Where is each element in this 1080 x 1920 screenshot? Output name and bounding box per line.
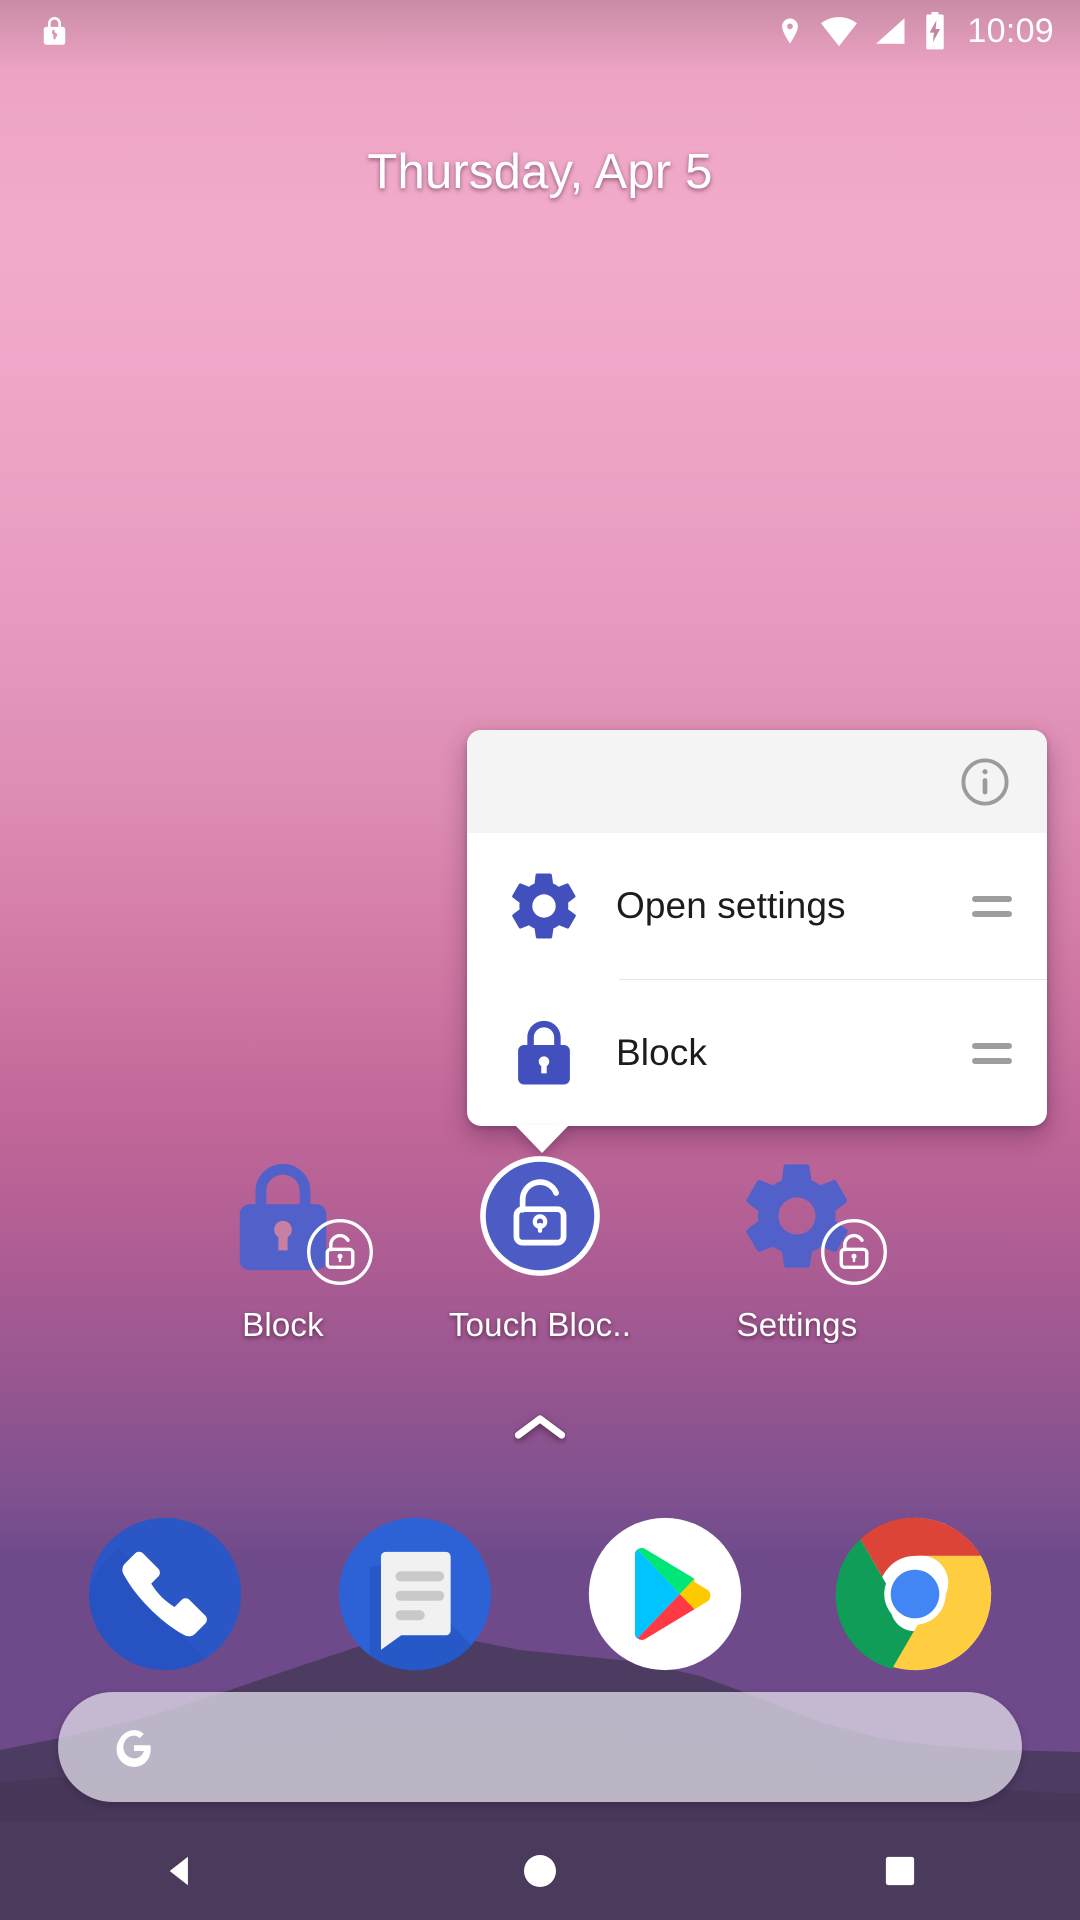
lock-icon xyxy=(43,16,66,45)
drag-handle-icon[interactable] xyxy=(969,1042,1015,1064)
play-store-icon xyxy=(588,1517,742,1671)
shortcut-block[interactable]: Block xyxy=(168,1148,398,1344)
shortcut-popup-menu: Open settings Block xyxy=(467,730,1047,1153)
dock-app-messages[interactable] xyxy=(334,1513,496,1675)
google-g-icon xyxy=(116,1730,151,1767)
gear-icon xyxy=(501,867,587,945)
wifi-icon xyxy=(821,17,858,47)
dock-app-phone[interactable] xyxy=(84,1513,246,1675)
shortcut-touch-block[interactable]: Touch Bloc.. xyxy=(425,1148,655,1344)
lock-closed-icon xyxy=(501,1016,587,1090)
status-bar-right: 10:09 xyxy=(775,12,1054,50)
status-bar: 10:09 xyxy=(0,0,1080,62)
shortcut-settings[interactable]: Settings xyxy=(682,1148,912,1344)
dock-app-chrome[interactable] xyxy=(834,1513,996,1675)
drag-handle-icon[interactable] xyxy=(969,895,1015,917)
recents-square-icon xyxy=(885,1856,915,1886)
shortcut-settings-icon-wrap xyxy=(682,1148,912,1285)
messages-icon xyxy=(338,1517,492,1671)
nav-back-button[interactable] xyxy=(105,1822,255,1920)
status-bar-clock: 10:09 xyxy=(967,12,1054,50)
popup-item-label: Block xyxy=(616,1032,707,1073)
phone-icon xyxy=(88,1517,242,1671)
home-screen: 10:09 Thursday, Apr 5 Open settings Bloc… xyxy=(0,0,1080,1920)
navigation-bar xyxy=(0,1822,1080,1920)
nav-recents-button[interactable] xyxy=(825,1822,975,1920)
popup-header xyxy=(467,730,1047,833)
shortcut-touch-block-icon-wrap xyxy=(425,1148,655,1284)
back-triangle-icon xyxy=(169,1856,188,1886)
dock-app-play-store[interactable] xyxy=(584,1513,746,1675)
dock xyxy=(0,1513,1080,1675)
popup-item-open-settings[interactable]: Open settings xyxy=(467,833,1047,979)
popup-item-label: Open settings xyxy=(616,885,846,926)
google-search-bar[interactable] xyxy=(58,1692,1022,1802)
date-text: Thursday, Apr 5 xyxy=(367,145,713,199)
status-bar-left xyxy=(38,12,71,50)
date-widget[interactable]: Thursday, Apr 5 xyxy=(0,144,1080,200)
nav-home-button[interactable] xyxy=(465,1822,615,1920)
chrome-icon xyxy=(835,1517,992,1671)
shortcut-label: Settings xyxy=(736,1306,858,1343)
info-icon[interactable] xyxy=(958,755,1012,809)
shortcut-label: Touch Bloc.. xyxy=(448,1306,632,1343)
lock-open-badge-icon xyxy=(821,1219,887,1285)
shortcut-row: Block Touch Bloc.. Settings xyxy=(168,1148,912,1344)
shortcut-block-icon-wrap xyxy=(168,1148,398,1285)
home-circle-icon xyxy=(524,1855,556,1887)
battery-charging-icon xyxy=(926,12,945,50)
lock-open-badge-icon xyxy=(307,1219,373,1285)
location-icon xyxy=(782,18,799,44)
lock-open-circle-icon xyxy=(480,1156,600,1276)
popup-item-block[interactable]: Block xyxy=(467,980,1047,1126)
all-apps-handle[interactable] xyxy=(0,1410,1080,1444)
shortcut-label: Block xyxy=(242,1306,324,1343)
chevron-up-icon[interactable] xyxy=(513,1410,567,1444)
cell-signal-icon xyxy=(876,18,905,44)
